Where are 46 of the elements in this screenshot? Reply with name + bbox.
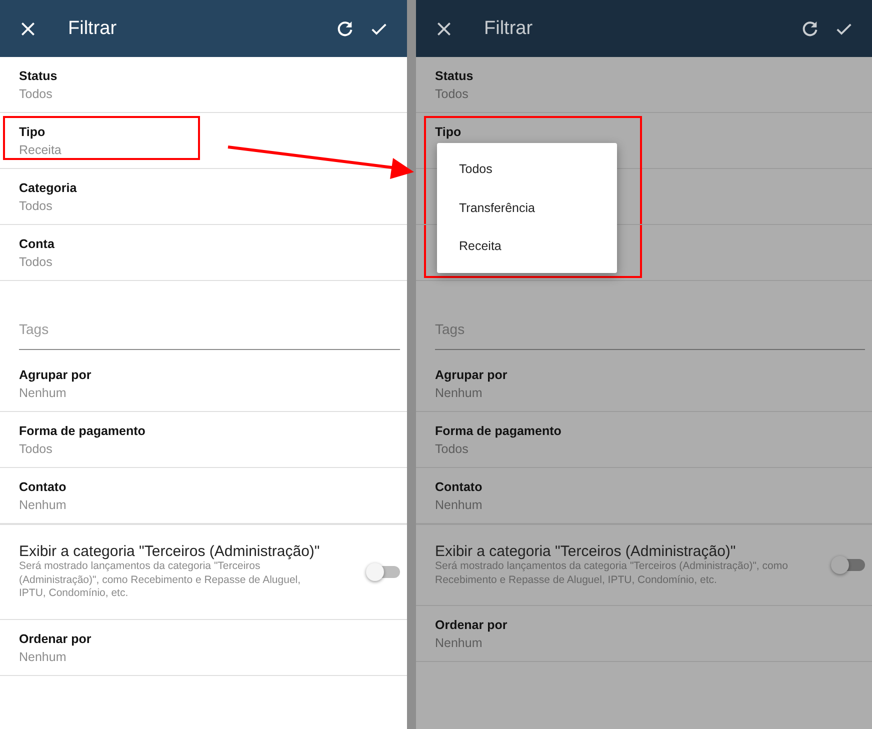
menu-option[interactable]: Transferência — [437, 188, 617, 227]
field-value: Todos — [435, 442, 468, 456]
screen-title: Filtrar — [484, 18, 533, 40]
field-value: Todos — [19, 87, 52, 101]
field-label: Ordenar por — [435, 618, 508, 632]
toggle-switch[interactable] — [368, 566, 400, 578]
field-value: Todos — [19, 199, 52, 213]
field-value: Nenhum — [19, 650, 66, 664]
field-label: Categoria — [19, 181, 77, 195]
field-label: Status — [435, 69, 474, 83]
tags-field[interactable]: Tags — [435, 321, 865, 350]
field-value: Receita — [19, 143, 62, 157]
field-label: Conta — [19, 237, 54, 251]
select-row[interactable]: Status Todos — [416, 57, 872, 113]
field-label: Tipo — [19, 125, 46, 139]
refresh-icon[interactable] — [800, 18, 820, 38]
toggle-label: Exibir a categoria "Terceiros (Administração)" — [19, 543, 321, 560]
select-row[interactable]: Ordenar por Nenhum — [416, 606, 872, 662]
field-label: Contato — [19, 480, 66, 494]
field-label: Agrupar por — [435, 368, 508, 382]
field-value: Nenhum — [435, 386, 482, 400]
field-value: Todos — [19, 442, 52, 456]
field-value: Todos — [435, 87, 468, 101]
field-label: Ordenar por — [19, 632, 92, 646]
field-value: Nenhum — [435, 636, 482, 650]
field-value: Todos — [19, 255, 52, 269]
select-row[interactable]: Agrupar por Nenhum — [416, 356, 872, 412]
select-row[interactable]: Contato Nenhum — [416, 468, 872, 524]
toggle-label: Exibir a categoria "Terceiros (Administração)" — [435, 543, 737, 560]
field-value: Nenhum — [19, 386, 66, 400]
toggle-switch[interactable] — [833, 559, 865, 572]
screen-title: Filtrar — [68, 18, 117, 40]
refresh-icon[interactable] — [335, 18, 355, 38]
field-label: Forma de pagamento — [19, 424, 146, 438]
field-label: Contato — [435, 480, 482, 494]
field-value: Nenhum — [19, 498, 66, 512]
toggle-description: Será mostrado lançamentos da categoria "Terceiros (Administração)", como Recebimento e Repasse de Aluguel, IPTU, Condomínio, etc. — [19, 560, 302, 601]
field-label: Agrupar por — [19, 368, 92, 382]
toggle-description: Será mostrado lançamentos da categoria "Terceiros (Administração)", como Recebimento e Repasse de Aluguel, IPTU, Condomínio, etc. — [435, 560, 789, 588]
field-value: Nenhum — [435, 498, 482, 512]
field-label: Status — [19, 69, 58, 83]
field-label: Forma de pagamento — [435, 424, 562, 438]
tags-field[interactable]: Tags — [19, 321, 400, 350]
field-label: Tipo — [435, 125, 462, 139]
menu-option[interactable]: Receita — [437, 227, 617, 266]
select-row[interactable]: Forma de pagamento Todos — [416, 412, 872, 468]
